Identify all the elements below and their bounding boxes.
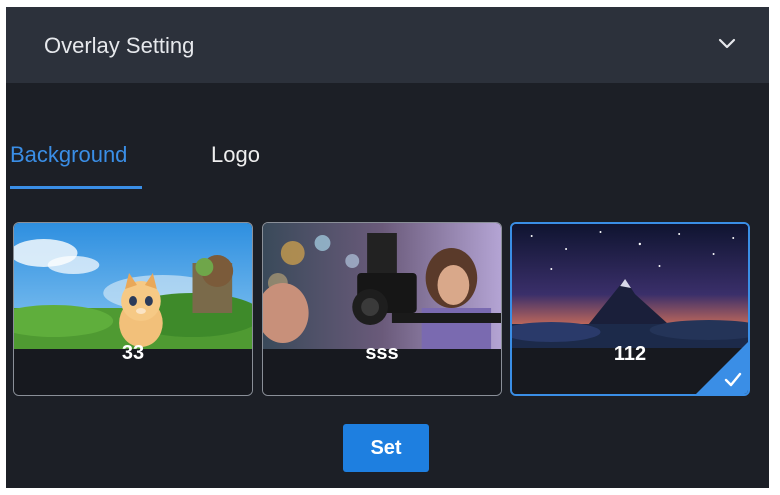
overlay-setting-panel: Overlay Setting Background Logo 33 sss 1…	[6, 7, 769, 488]
panel-header[interactable]: Overlay Setting	[6, 7, 769, 83]
thumbnail-caption: 33	[121, 342, 145, 364]
overlay-tabs: Background Logo	[6, 135, 769, 195]
checkmark-icon	[696, 342, 748, 394]
background-image-camera	[263, 223, 501, 351]
thumbnail-caption: sss	[365, 342, 399, 364]
panel-title: Overlay Setting	[44, 33, 195, 58]
background-image-mountain	[512, 224, 748, 352]
tab-logo[interactable]: Logo	[211, 135, 271, 188]
chevron-down-icon[interactable]	[718, 37, 736, 51]
set-button[interactable]: Set	[343, 424, 429, 472]
background-thumbnail-selected[interactable]: 112	[510, 222, 750, 396]
background-image-cat	[14, 223, 252, 351]
background-thumbnail[interactable]: 33	[13, 222, 253, 396]
tab-background[interactable]: Background	[10, 135, 142, 189]
background-thumbnail[interactable]: sss	[262, 222, 502, 396]
